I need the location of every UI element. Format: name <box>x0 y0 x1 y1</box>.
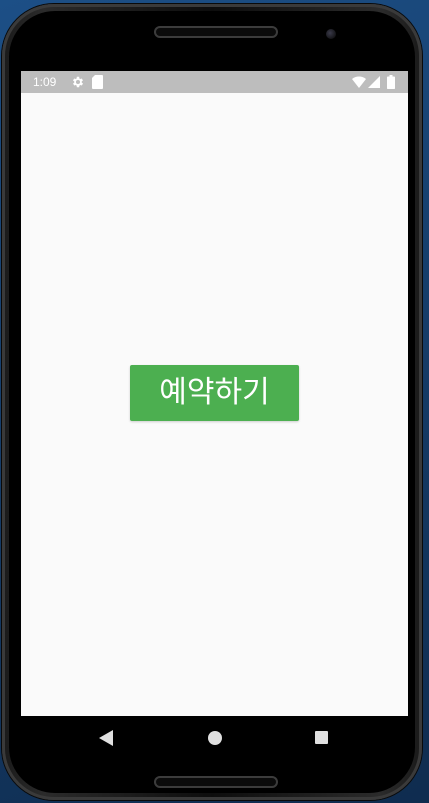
wifi-icon <box>352 76 366 88</box>
app-screen: 1:09 예약하기 <box>21 71 408 716</box>
cell-signal-icon <box>368 76 380 88</box>
home-icon[interactable] <box>208 731 222 745</box>
status-time: 1:09 <box>33 75 57 89</box>
back-icon[interactable] <box>99 730 113 746</box>
bottom-speaker <box>154 776 278 788</box>
sd-card-icon <box>92 75 103 89</box>
status-bar: 1:09 <box>21 71 408 93</box>
navigation-bar <box>21 716 408 761</box>
gear-icon <box>72 76 84 88</box>
reserve-button[interactable]: 예약하기 <box>130 365 299 421</box>
front-camera <box>326 29 336 39</box>
recents-icon[interactable] <box>315 731 328 744</box>
battery-icon <box>387 75 395 89</box>
top-speaker <box>154 26 278 38</box>
